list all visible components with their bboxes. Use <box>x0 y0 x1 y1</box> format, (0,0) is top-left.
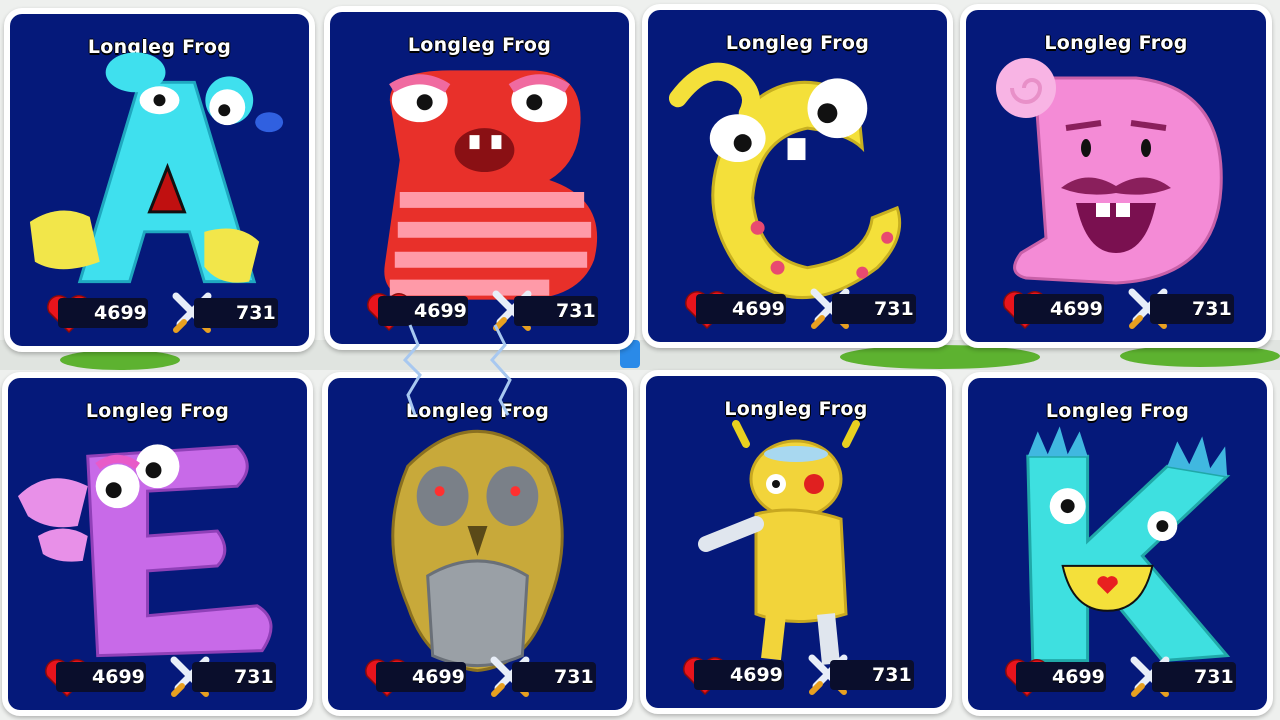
letter-c-monster-image <box>668 62 902 300</box>
character-card-a[interactable]: Longleg Frog 4699 731 <box>4 8 315 352</box>
attack-value: 731 <box>514 296 598 326</box>
stat-row: 4699 731 <box>362 654 627 698</box>
health-value: 4699 <box>58 298 148 328</box>
stat-row: 4699 731 <box>44 290 309 334</box>
character-card-k[interactable]: Longleg Frog 4699 731 <box>962 372 1273 716</box>
attack-value: 731 <box>832 294 916 324</box>
letter-d-monster-image <box>996 58 1223 285</box>
letter-e-monster-image <box>17 444 273 658</box>
background-grass <box>840 345 1040 369</box>
health-value: 4699 <box>1014 294 1104 324</box>
character-card-figure[interactable]: Longleg Frog 4699 731 <box>640 370 952 714</box>
character-card-d[interactable]: Longleg Frog 4699 731 <box>960 4 1272 348</box>
attack-value: 731 <box>1152 662 1236 692</box>
health-value: 4699 <box>376 662 466 692</box>
attack-value: 731 <box>1150 294 1234 324</box>
stat-row: 4699 731 <box>682 286 947 330</box>
letter-a-monster-image <box>29 52 284 284</box>
health-value: 4699 <box>56 662 146 692</box>
health-value: 4699 <box>694 660 784 690</box>
background-grass <box>1120 345 1280 367</box>
screaming-mask-monster-image <box>391 429 564 673</box>
stat-row: 4699 731 <box>1002 654 1267 698</box>
attack-value: 731 <box>830 660 914 690</box>
character-card-b[interactable]: Longleg Frog 4699 731 <box>324 6 635 350</box>
health-value: 4699 <box>378 296 468 326</box>
health-value: 4699 <box>1016 662 1106 692</box>
character-card-e[interactable]: Longleg Frog 4699 731 <box>2 372 313 716</box>
character-card-c[interactable]: Longleg Frog 4699 731 <box>642 4 953 348</box>
character-card-mask[interactable]: Longleg Frog 4699 731 <box>322 372 633 716</box>
attack-value: 731 <box>194 298 278 328</box>
stat-row: 4699 731 <box>680 652 946 696</box>
letter-k-monster-image <box>1026 426 1231 663</box>
stat-row: 4699 731 <box>42 654 307 698</box>
stat-row: 4699 731 <box>364 288 629 332</box>
attack-value: 731 <box>512 662 596 692</box>
letter-b-monster-image <box>384 70 598 300</box>
attack-value: 731 <box>192 662 276 692</box>
yellow-creature-image <box>698 420 860 665</box>
background-grass <box>60 350 180 370</box>
health-value: 4699 <box>696 294 786 324</box>
stat-row: 4699 731 <box>1000 286 1266 330</box>
